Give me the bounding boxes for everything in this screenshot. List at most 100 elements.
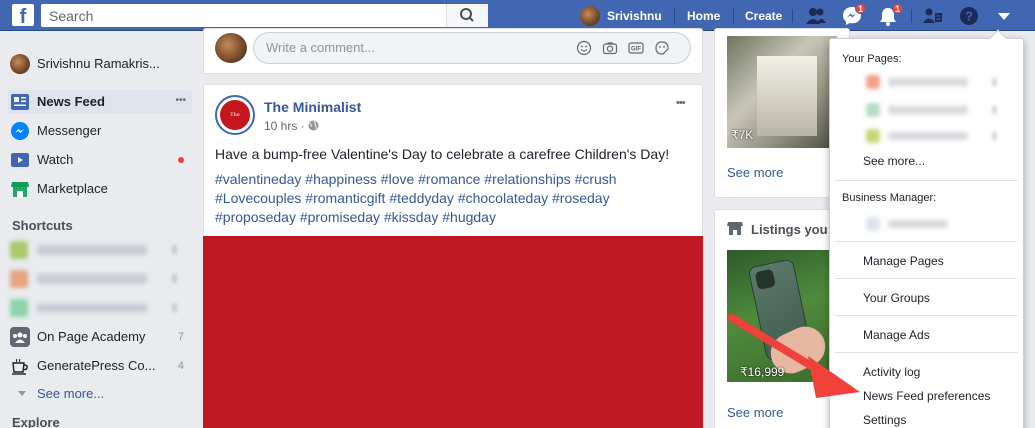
help-question-icon[interactable]: ? (958, 5, 980, 27)
menu-item-news-feed-preferences[interactable]: News Feed preferences (863, 389, 990, 403)
sidebar-item-label: News Feed (37, 94, 105, 109)
new-content-dot (178, 157, 184, 163)
svg-text:?: ? (965, 9, 973, 24)
globe-icon (308, 120, 319, 131)
page-avatar[interactable]: The Minimalist (215, 95, 255, 148)
post-options-icon[interactable]: ••• (676, 97, 686, 109)
post-author-link[interactable]: The Minimalist (264, 99, 361, 115)
sidebar-item-label: GeneratePress Co... (37, 358, 156, 373)
profile-name: Srivishnu Ramakris... (37, 56, 160, 71)
menu-divider (835, 180, 1018, 181)
notifications-badge: 1 (892, 3, 904, 14)
sidebar-item-news-feed[interactable]: News Feed ••• (8, 90, 192, 114)
blurred-shortcut[interactable] (10, 298, 185, 318)
hashtags-line[interactable]: #proposeday #promiseday #kissday #hugday (215, 208, 695, 227)
comment-box: GIF (253, 32, 691, 64)
blurred-page-item[interactable] (866, 128, 1006, 144)
post-time-text: 10 hrs · (264, 119, 309, 133)
menu-item-manage-pages[interactable]: Manage Pages (863, 254, 944, 268)
search-box (41, 4, 488, 27)
explore-heading: Explore (12, 415, 60, 428)
sidebar-item-label: Marketplace (37, 181, 108, 196)
sidebar-item-marketplace[interactable]: Marketplace (8, 177, 192, 201)
sidebar-item-label: Messenger (37, 123, 102, 138)
menu-item-activity-log[interactable]: Activity log (863, 365, 920, 379)
your-pages-see-more[interactable]: See more... (863, 154, 925, 168)
hashtags-line[interactable]: #valentineday #happiness #love #romance … (215, 170, 695, 189)
facebook-logo-icon[interactable]: f (12, 4, 34, 26)
account-menu-caret-icon[interactable] (993, 5, 1015, 27)
avatar (10, 54, 30, 74)
svg-text:GIF: GIF (631, 47, 641, 53)
gif-icon[interactable]: GIF (628, 40, 644, 56)
menu-item-your-groups[interactable]: Your Groups (863, 291, 930, 305)
business-manager-heading: Business Manager: (842, 192, 937, 204)
profile-link[interactable]: Srivishnu (578, 4, 670, 28)
hashtags-line[interactable]: #Lovecouples #romanticgift #teddyday #ch… (215, 189, 695, 208)
menu-divider (835, 241, 1018, 242)
camera-icon[interactable] (602, 40, 618, 56)
sidebar-item-on-page-academy[interactable]: On Page Academy 7 (8, 325, 192, 349)
coffee-cup-icon (10, 356, 30, 376)
post-text: Have a bump-free Valentine's Day to cele… (215, 146, 670, 162)
emoji-icon[interactable] (576, 40, 592, 56)
shortcuts-heading: Shortcuts (12, 218, 73, 233)
menu-divider (835, 315, 1018, 316)
quick-help-people-icon[interactable] (922, 5, 944, 27)
your-pages-heading: Your Pages: (842, 53, 902, 65)
search-button[interactable] (446, 4, 488, 27)
profile-name: Srivishnu (607, 9, 662, 23)
avatar (580, 6, 600, 26)
shortcuts-see-more[interactable]: See more... (12, 385, 162, 403)
sidebar-item-generatepress[interactable]: GeneratePress Co... 4 (8, 354, 192, 378)
blurred-page-item[interactable] (866, 74, 1006, 90)
blurred-shortcut[interactable] (10, 269, 185, 289)
sidebar-item-label: Watch (37, 152, 74, 167)
group-icon (10, 327, 30, 347)
nav-divider (674, 9, 675, 23)
nav-divider (792, 9, 793, 23)
nav-divider (733, 9, 734, 23)
chevron-down-icon (18, 391, 26, 396)
friend-requests-icon[interactable] (805, 5, 827, 27)
nav-divider (911, 9, 912, 23)
shortcut-count: 4 (177, 360, 184, 372)
news-feed-icon (10, 92, 30, 112)
search-icon (460, 8, 474, 22)
messenger-icon (10, 121, 30, 141)
see-more-link[interactable]: See more (727, 405, 783, 420)
create-link[interactable]: Create (745, 9, 782, 23)
post-image[interactable] (203, 236, 703, 428)
blurred-business-item[interactable] (866, 216, 1006, 232)
home-link[interactable]: Home (687, 9, 720, 23)
post-timestamp[interactable]: 10 hrs · (264, 119, 319, 133)
annotation-arrow (728, 314, 860, 398)
marketplace-shop-icon (10, 179, 30, 199)
blurred-page-item[interactable] (866, 102, 1006, 118)
blurred-shortcut[interactable] (10, 240, 185, 260)
marketplace-shop-icon (727, 220, 743, 236)
messenger-badge: 1 (855, 3, 867, 14)
menu-divider (835, 278, 1018, 279)
sidebar-item-messenger[interactable]: Messenger (8, 119, 192, 143)
menu-divider (835, 352, 1018, 353)
shortcut-count: 7 (177, 331, 184, 343)
search-input[interactable] (41, 4, 441, 27)
menu-item-manage-ads[interactable]: Manage Ads (863, 328, 930, 342)
sidebar-item-label: On Page Academy (37, 329, 146, 344)
page-avatar-logo: The Minimalist (220, 100, 250, 148)
see-more-link[interactable]: See more (727, 165, 783, 180)
comment-input[interactable] (266, 40, 566, 55)
sticker-icon[interactable] (654, 40, 670, 56)
listing-price: ₹7K (731, 128, 754, 142)
left-profile-link[interactable]: Srivishnu Ramakris... (8, 52, 192, 76)
post-hashtags: #valentineday #happiness #love #romance … (215, 170, 695, 227)
listing-image[interactable]: ₹7K (727, 36, 837, 148)
menu-item-settings[interactable]: Settings (863, 413, 906, 427)
see-more-link: See more... (37, 386, 105, 401)
more-options-icon[interactable]: ••• (175, 95, 186, 106)
avatar (215, 33, 247, 63)
listings-heading: Listings you (751, 222, 828, 237)
watch-play-icon (10, 150, 30, 170)
sidebar-item-watch[interactable]: Watch (8, 148, 192, 172)
